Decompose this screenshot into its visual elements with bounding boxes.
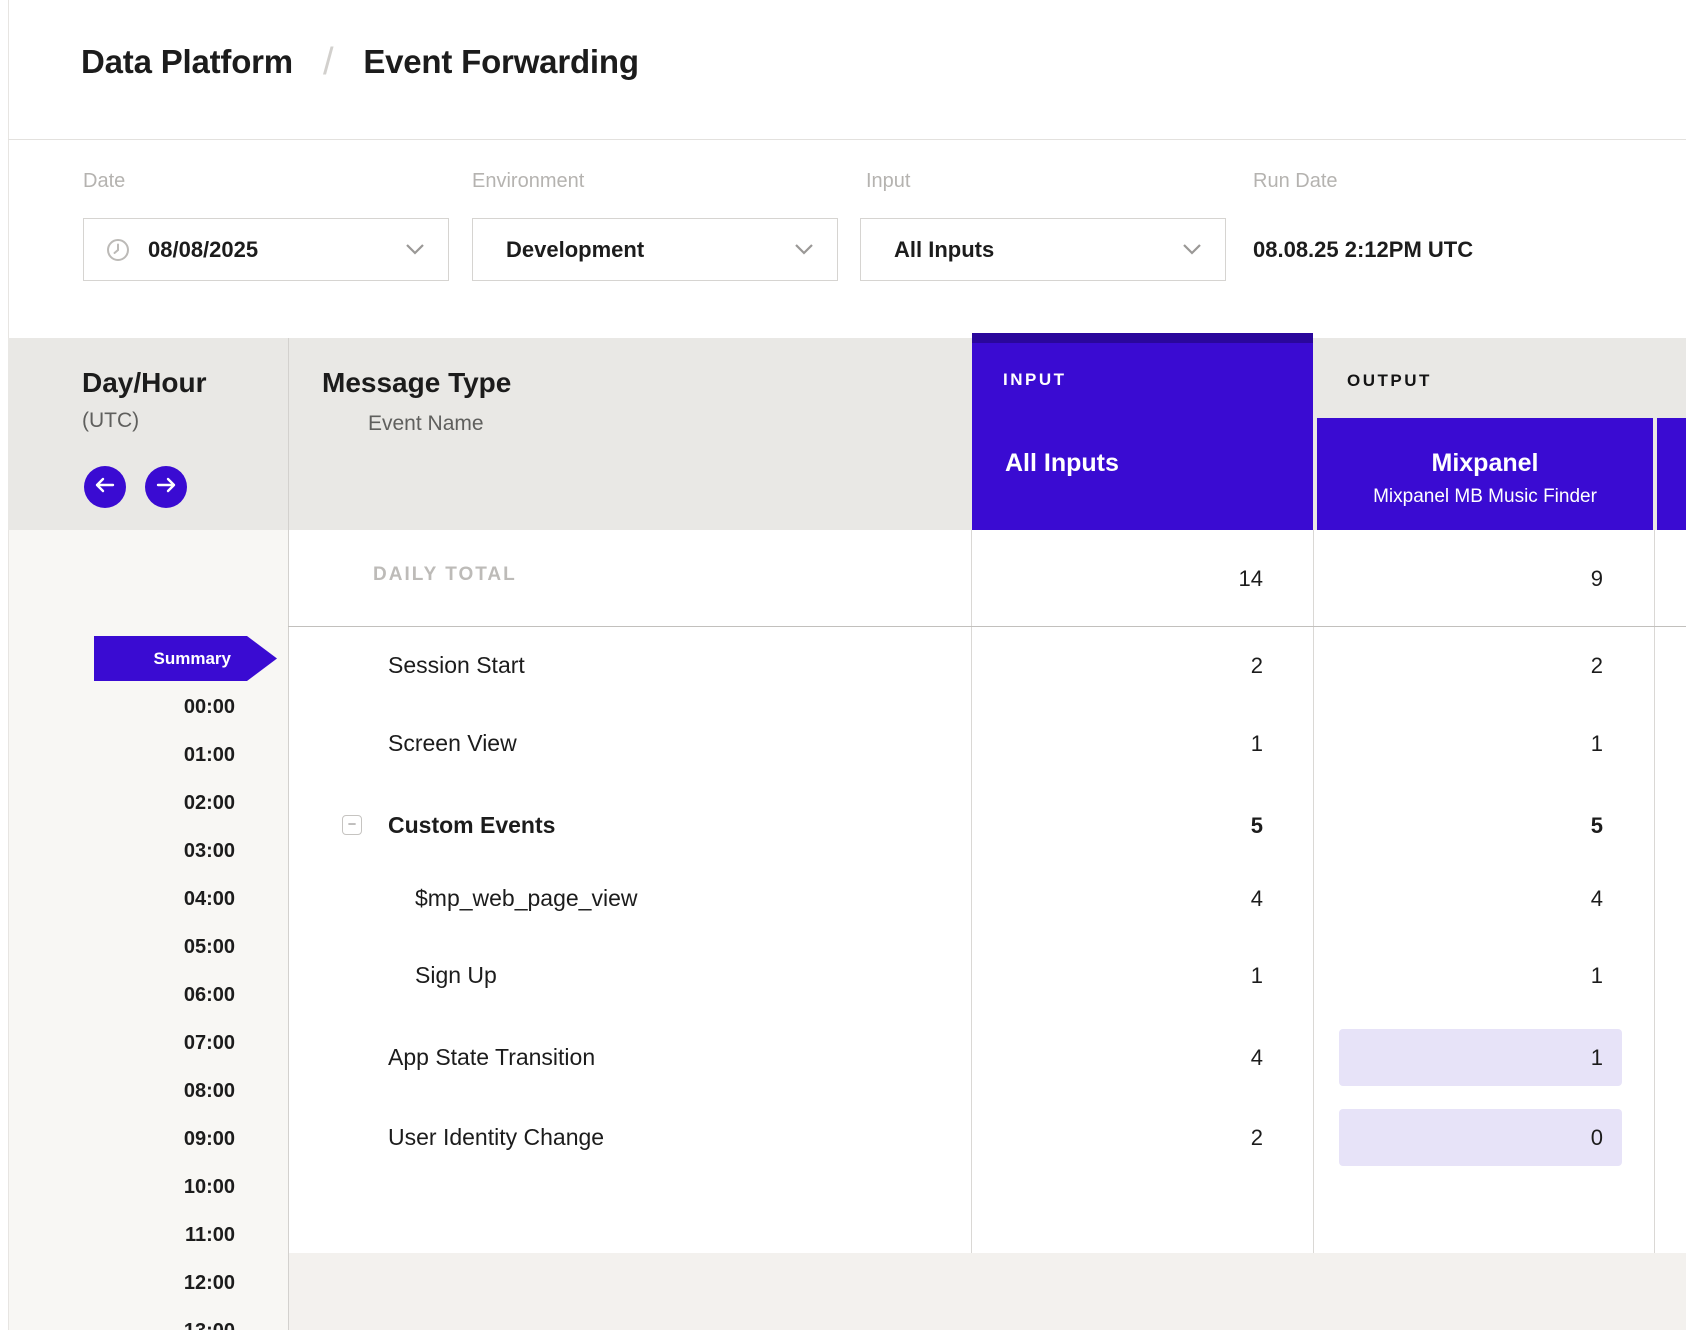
gridline-mixpanel bbox=[1313, 530, 1314, 1330]
hour-slot[interactable]: 05:00 bbox=[80, 935, 235, 959]
chevron-down-icon bbox=[1183, 244, 1201, 255]
previous-day-button[interactable] bbox=[84, 466, 126, 508]
chevron-down-icon bbox=[795, 244, 813, 255]
environment-dropdown[interactable]: Development bbox=[472, 218, 838, 281]
date-value: 08/08/2025 bbox=[148, 237, 258, 263]
message-type-column-title: Message Type bbox=[322, 367, 511, 399]
row-label: Sign Up bbox=[415, 947, 497, 1004]
row-label: Custom Events bbox=[388, 797, 555, 854]
daily-total-input-value: 14 bbox=[1000, 550, 1282, 607]
input-column-top-strip bbox=[972, 333, 1313, 343]
input-column-name: All Inputs bbox=[1005, 449, 1119, 478]
chevron-down-icon bbox=[406, 244, 424, 255]
breadcrumb: Data Platform / Event Forwarding bbox=[81, 40, 639, 84]
event-forwarding-page: Data Platform / Event Forwarding Date En… bbox=[0, 0, 1686, 1330]
collapse-expander-icon[interactable]: − bbox=[342, 815, 362, 835]
breadcrumb-separator: / bbox=[323, 41, 333, 84]
gridline-dayhour bbox=[288, 338, 289, 1330]
hour-slot[interactable]: 03:00 bbox=[80, 839, 235, 863]
row-input-value: 2 bbox=[1000, 1109, 1282, 1166]
row-mixpanel-value: 4 bbox=[1339, 870, 1622, 927]
row-mixpanel-value: 1 bbox=[1339, 715, 1622, 772]
input-dropdown[interactable]: All Inputs bbox=[860, 218, 1226, 281]
next-output-column-header-partial bbox=[1657, 418, 1686, 530]
day-hour-column-subtitle: (UTC) bbox=[82, 409, 139, 433]
output-group-label: OUTPUT bbox=[1347, 371, 1432, 391]
day-hour-column-title: Day/Hour bbox=[82, 367, 206, 399]
run-date-label: Run Date bbox=[1253, 170, 1338, 193]
input-filter-label: Input bbox=[866, 170, 910, 193]
row-input-value: 2 bbox=[1000, 637, 1282, 694]
hour-slot[interactable]: 10:00 bbox=[80, 1175, 235, 1199]
message-type-column-subtitle: Event Name bbox=[368, 412, 484, 436]
row-input-value: 1 bbox=[1000, 947, 1282, 1004]
hour-slot[interactable]: 12:00 bbox=[80, 1271, 235, 1295]
row-mixpanel-value: 2 bbox=[1339, 637, 1622, 694]
row-mixpanel-value: 5 bbox=[1339, 797, 1622, 854]
table-footer bbox=[289, 1253, 1686, 1330]
mixpanel-column-header: Mixpanel Mixpanel MB Music Finder bbox=[1317, 418, 1653, 530]
hour-slot[interactable]: 02:00 bbox=[80, 791, 235, 815]
daily-total-mixpanel-value: 9 bbox=[1339, 550, 1622, 607]
input-group-label: INPUT bbox=[1003, 370, 1067, 390]
summary-label: Summary bbox=[154, 636, 231, 681]
daily-total-divider bbox=[288, 626, 1686, 627]
row-input-value: 1 bbox=[1000, 715, 1282, 772]
mixpanel-column-subtitle: Mixpanel MB Music Finder bbox=[1317, 486, 1653, 508]
row-label: App State Transition bbox=[388, 1029, 595, 1086]
gridline-input bbox=[971, 530, 972, 1330]
arrow-left-icon bbox=[94, 477, 116, 498]
date-filter-label: Date bbox=[83, 170, 125, 193]
row-input-value: 5 bbox=[1000, 797, 1282, 854]
mixpanel-column-title: Mixpanel bbox=[1317, 449, 1653, 478]
next-day-button[interactable] bbox=[145, 466, 187, 508]
run-date-value: 08.08.25 2:12PM UTC bbox=[1253, 218, 1473, 281]
input-column-header: INPUT All Inputs bbox=[972, 333, 1313, 530]
row-label: Screen View bbox=[388, 715, 517, 772]
hour-slot[interactable]: 01:00 bbox=[80, 743, 235, 767]
row-input-value: 4 bbox=[1000, 1029, 1282, 1086]
page-title: Event Forwarding bbox=[363, 43, 639, 81]
hour-slot[interactable]: 13:00 bbox=[80, 1319, 235, 1330]
environment-value: Development bbox=[506, 237, 644, 263]
daily-total-label: DAILY TOTAL bbox=[373, 564, 517, 586]
hour-slot[interactable]: 06:00 bbox=[80, 983, 235, 1007]
hour-slot[interactable]: 07:00 bbox=[80, 1031, 235, 1055]
hour-slot[interactable]: 08:00 bbox=[80, 1079, 235, 1103]
row-mixpanel-value: 1 bbox=[1339, 1029, 1622, 1086]
clock-icon bbox=[106, 238, 130, 262]
row-input-value: 4 bbox=[1000, 870, 1282, 927]
gridline-next bbox=[1654, 530, 1655, 1330]
environment-filter-label: Environment bbox=[472, 170, 584, 193]
breadcrumb-section[interactable]: Data Platform bbox=[81, 43, 293, 81]
row-label: User Identity Change bbox=[388, 1109, 604, 1166]
arrow-right-icon bbox=[155, 477, 177, 498]
header-divider bbox=[8, 139, 1686, 140]
row-mixpanel-value: 0 bbox=[1339, 1109, 1622, 1166]
date-dropdown[interactable]: 08/08/2025 bbox=[83, 218, 449, 281]
input-value: All Inputs bbox=[894, 237, 994, 263]
hour-slot[interactable]: 09:00 bbox=[80, 1127, 235, 1151]
row-mixpanel-value: 1 bbox=[1339, 947, 1622, 1004]
row-label: $mp_web_page_view bbox=[415, 870, 638, 927]
summary-row-selector[interactable]: Summary bbox=[94, 636, 277, 681]
hour-slot[interactable]: 04:00 bbox=[80, 887, 235, 911]
row-label: Session Start bbox=[388, 637, 525, 694]
hour-slot[interactable]: 00:00 bbox=[80, 695, 235, 719]
hour-slot[interactable]: 11:00 bbox=[80, 1223, 235, 1247]
